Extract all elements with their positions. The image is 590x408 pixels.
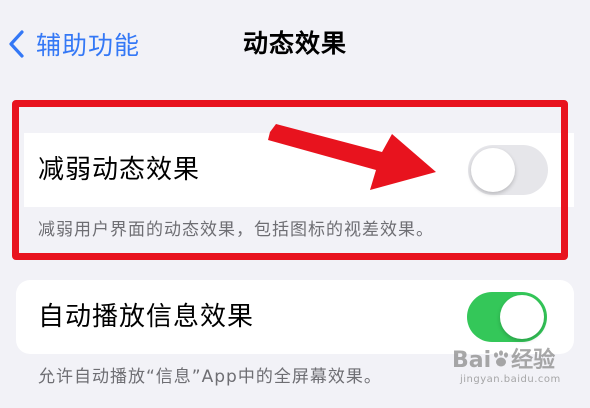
page-title: 动态效果 [242,29,347,58]
auto-play-message-effects-footer: 允许自动播放“信息”App中的全屏幕效果。 [38,367,382,387]
toggle-knob [500,295,544,339]
arrow-right-icon [268,124,436,190]
paw-icon [491,349,511,369]
watermark-url: jingyan.baidu.com [460,374,561,385]
navigation-bar: 辅助功能 动态效果 [0,0,590,90]
baidu-jingyan-watermark: Bai 经验 jingyan.baidu.com [452,336,582,396]
watermark-brand: Bai 经验 [452,348,556,373]
auto-play-message-effects-toggle[interactable] [467,292,547,342]
auto-play-message-effects-label: 自动播放信息效果 [38,302,255,332]
